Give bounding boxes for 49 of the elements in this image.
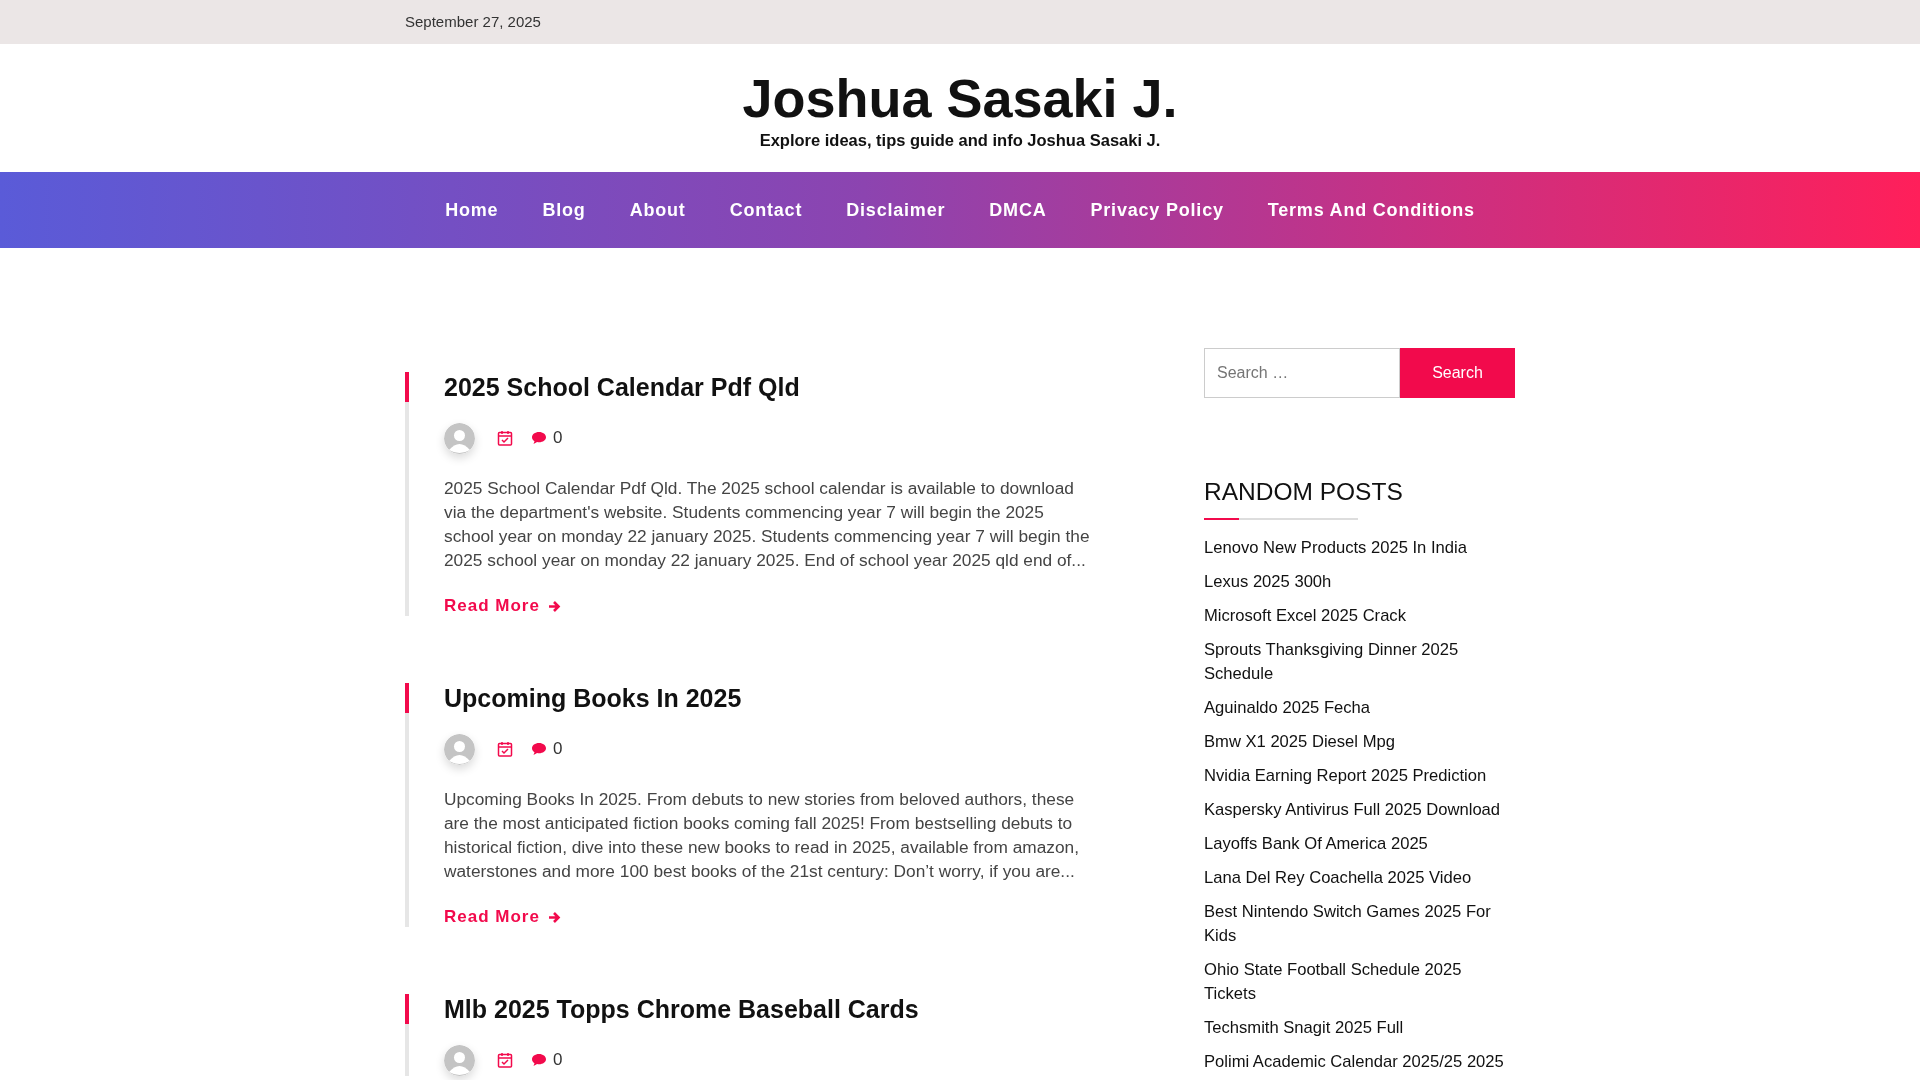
post-excerpt: Upcoming Books In 2025. From debuts to new stories from beloved authors, these are the most anticipated fiction books coming fall 2025! From bestselling debuts to historical fiction, dive into these new books to read in 2025, available from amazon, waterstones and more 100 best books of the 21st century: Don’t worry, if you are... — [444, 788, 1080, 883]
calendar-icon — [497, 430, 513, 446]
calendar-icon — [497, 741, 513, 757]
comment-icon — [531, 1053, 547, 1067]
avatar-icon — [444, 1044, 475, 1076]
nav-link[interactable]: About — [629, 199, 686, 221]
random-post-link[interactable]: Ohio State Football Schedule 2025 Tickets — [1204, 958, 1515, 1006]
random-post-link[interactable]: Bmw X1 2025 Diesel Mpg — [1204, 730, 1515, 754]
random-post-link[interactable]: Polimi Academic Calendar 2025/25 2025 — [1204, 1050, 1515, 1074]
search-button[interactable]: Search — [1400, 348, 1515, 398]
read-more-link[interactable]: Read More — [444, 907, 561, 927]
comment-count: 0 — [553, 1050, 563, 1070]
random-post-link[interactable]: Lexus 2025 300h — [1204, 570, 1515, 594]
nav-link[interactable]: Home — [445, 199, 499, 221]
avatar-icon — [444, 733, 475, 765]
post-title[interactable]: Upcoming Books In 2025 — [444, 683, 1095, 713]
search-field[interactable]: Search … — [1204, 348, 1400, 398]
random-post-link[interactable]: Aguinaldo 2025 Fecha — [1204, 696, 1515, 720]
calendar-icon — [497, 1052, 513, 1068]
arrow-icon — [547, 910, 561, 924]
random-post-link[interactable]: Best Nintendo Switch Games 2025 For Kids — [1204, 900, 1515, 948]
avatar-icon — [444, 422, 475, 454]
nav-link[interactable]: Contact — [729, 199, 803, 221]
post-title[interactable]: Mlb 2025 Topps Chrome Baseball Cards — [444, 994, 1095, 1024]
nav-link[interactable]: DMCA — [989, 199, 1047, 221]
comment-icon — [531, 431, 547, 445]
read-more-link[interactable]: Read More — [444, 596, 561, 616]
comment-count: 0 — [553, 739, 563, 759]
nav-link[interactable]: Privacy Policy — [1090, 199, 1224, 221]
nav-link[interactable]: Blog — [542, 199, 586, 221]
date-text: September 27, 2025 — [405, 13, 541, 30]
random-post-link[interactable]: Microsoft Excel 2025 Crack — [1204, 604, 1515, 628]
random-post-link[interactable]: Layoffs Bank Of America 2025 — [1204, 832, 1515, 856]
comment-icon — [531, 742, 547, 756]
site-title[interactable]: Joshua Sasaki J. — [742, 70, 1178, 125]
site-tagline: Explore ideas, tips guide and info Joshua Sasaki J. — [759, 130, 1161, 150]
nav-link[interactable]: Terms And Conditions — [1267, 199, 1475, 221]
random-post-link[interactable]: Nvidia Earning Report 2025 Prediction — [1204, 764, 1515, 788]
random-post-link[interactable]: Lenovo New Products 2025 In India — [1204, 536, 1515, 560]
section-heading: RANDOM POSTS — [1204, 478, 1404, 506]
comment-count: 0 — [553, 428, 563, 448]
arrow-icon — [547, 599, 561, 613]
random-post-link[interactable]: Lana Del Rey Coachella 2025 Video — [1204, 866, 1515, 890]
nav-link[interactable]: Disclaimer — [846, 199, 946, 221]
random-post-link[interactable]: Sprouts Thanksgiving Dinner 2025 Schedule — [1204, 638, 1515, 686]
post-excerpt: 2025 School Calendar Pdf Qld. The 2025 school calendar is available to download via the department's website. Students commencing year 7 will begin the 2025 school year on monday 22 january 2025. Students commencing year 7 will begin the 2025 school year on monday 22 january 2025. End of school year 2025 qld end of... — [444, 477, 1091, 572]
random-post-link[interactable]: Kaspersky Antivirus Full 2025 Download — [1204, 798, 1515, 822]
post-title[interactable]: 2025 School Calendar Pdf Qld — [444, 372, 1095, 402]
random-post-link[interactable]: Techsmith Snagit 2025 Full — [1204, 1016, 1515, 1040]
